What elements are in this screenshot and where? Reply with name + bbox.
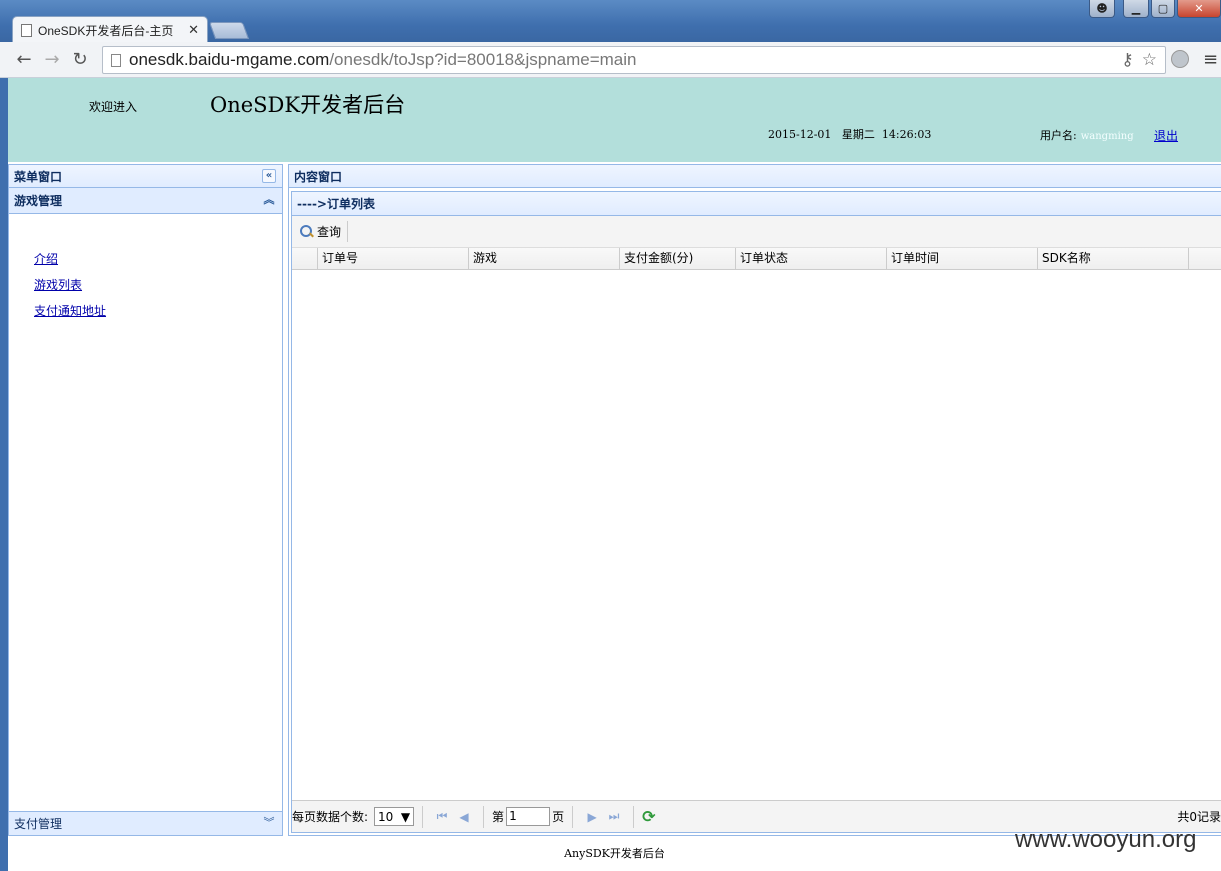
column-header[interactable]: 订单时间: [887, 248, 1038, 269]
address-bar[interactable]: onesdk.baidu-mgame.com/onesdk/toJsp?id=8…: [102, 46, 1166, 74]
collapse-panel-icon[interactable]: «: [262, 169, 276, 183]
total-records: 共0记录: [1177, 810, 1221, 824]
back-icon[interactable]: ←: [10, 49, 38, 70]
browser-menu-icon[interactable]: ≡: [1203, 49, 1218, 70]
accordion-title: 支付管理: [14, 817, 63, 831]
time: 14:26:03: [881, 128, 932, 141]
new-tab-button[interactable]: [208, 22, 250, 39]
menu-panel: 菜单窗口 « 游戏管理 ︽ 介绍 游戏列表 支付通知地址 支付管理 ︾: [8, 164, 283, 836]
search-icon: [300, 225, 313, 238]
dropdown-arrow-icon: ▼: [400, 809, 411, 824]
page-title: OneSDK开发者后台: [210, 93, 406, 117]
query-label: 查询: [317, 225, 342, 239]
row-number-header: [292, 248, 318, 269]
grid-header: 订单号 游戏 支付金额(分) 订单状态 订单时间 SDK名称: [292, 248, 1221, 270]
order-list-header: ---->订单列表: [292, 192, 1221, 216]
url-host: onesdk.baidu-mgame.com: [129, 50, 330, 69]
refresh-icon[interactable]: ⟳: [642, 807, 655, 826]
grid-toolbar: 查询: [292, 216, 1221, 248]
chevron-up-icon[interactable]: ︽: [262, 194, 276, 208]
content-panel-header: 内容窗口: [289, 165, 1221, 188]
grid-body: [292, 270, 1221, 802]
omnibox-actions: ⚷ ☆: [1121, 50, 1157, 70]
window-close-button[interactable]: ✕: [1177, 0, 1221, 18]
user-profile-icon[interactable]: ☻: [1089, 0, 1115, 18]
page-size-select[interactable]: 10 ▼: [374, 807, 415, 826]
username: wangming: [1080, 131, 1134, 142]
menu-link-payment-notify-url[interactable]: 支付通知地址: [34, 302, 282, 328]
first-page-icon[interactable]: ⏮: [431, 809, 453, 824]
logout-link[interactable]: 退出: [1154, 127, 1178, 144]
page-icon: [21, 23, 32, 37]
key-icon[interactable]: ⚷: [1121, 50, 1133, 70]
browser-titlebar: OneSDK开发者后台-主页 ✕ ☻ ▁ ▢ ✕: [0, 0, 1221, 43]
menu-link-game-list[interactable]: 游戏列表: [34, 276, 282, 302]
column-header[interactable]: 支付金额(分): [620, 248, 736, 269]
datetime-display: 2015-12-01 星期二 14:26:03: [768, 126, 931, 142]
minimize-button[interactable]: ▁: [1123, 0, 1149, 18]
separator: [483, 805, 485, 828]
last-page-icon[interactable]: ⏭: [603, 809, 625, 824]
chevron-down-icon[interactable]: ︾: [262, 817, 276, 831]
column-header[interactable]: 订单号: [318, 248, 469, 269]
menu-panel-title: 菜单窗口: [14, 169, 63, 184]
date: 2015-12-01: [768, 128, 832, 141]
watermark: www.wooyun.org: [1015, 826, 1197, 853]
content-panel: 内容窗口 ---->订单列表 查询 订单号 游戏 支付金额(分) 订单状态 订单…: [288, 164, 1221, 836]
menu-panel-header: 菜单窗口 «: [9, 165, 282, 188]
extension-globe-icon[interactable]: [1171, 50, 1189, 68]
menu-link-intro[interactable]: 介绍: [34, 250, 282, 276]
user-label: 用户名:: [1040, 129, 1077, 142]
url-path: /onesdk/toJsp?id=80018&jspname=main: [329, 50, 637, 69]
tab-close-icon[interactable]: ✕: [188, 23, 199, 38]
forward-icon[interactable]: →: [38, 49, 66, 70]
menu-list: 介绍 游戏列表 支付通知地址: [9, 214, 282, 328]
query-button[interactable]: 查询: [298, 221, 349, 242]
browser-tab[interactable]: OneSDK开发者后台-主页 ✕: [12, 16, 208, 43]
separator: [633, 805, 635, 828]
content-panel-title: 内容窗口: [294, 169, 343, 184]
column-header[interactable]: SDK名称: [1038, 248, 1189, 269]
order-list-title: ---->订单列表: [297, 197, 375, 211]
tab-title: OneSDK开发者后台-主页: [38, 23, 174, 38]
column-header[interactable]: 订单状态: [736, 248, 887, 269]
separator: [422, 805, 424, 828]
page-size-value: 10: [378, 809, 394, 824]
order-list-panel: ---->订单列表 查询 订单号 游戏 支付金额(分) 订单状态 订单时间 SD…: [291, 191, 1221, 833]
footer-text: AnySDK开发者后台: [564, 847, 665, 860]
prev-page-icon[interactable]: ◀: [453, 810, 475, 824]
page-prefix: 第: [492, 810, 505, 824]
url-text: onesdk.baidu-mgame.com/onesdk/toJsp?id=8…: [129, 50, 636, 70]
welcome-text: 欢迎进入: [89, 100, 138, 114]
page-suffix: 页: [552, 810, 565, 824]
page-header: 欢迎进入 OneSDK开发者后台 2015-12-01 星期二 14:26:03…: [8, 78, 1221, 162]
reload-icon[interactable]: ↻: [66, 49, 94, 70]
window-border: [0, 78, 8, 871]
window-controls: ☻ ▁ ▢ ✕: [1089, 0, 1221, 18]
weekday: 星期二: [841, 128, 875, 141]
accordion-header-game-management[interactable]: 游戏管理 ︽: [9, 188, 282, 214]
page-size-label: 每页数据个数:: [292, 810, 369, 824]
user-info: 用户名: wangming: [1040, 127, 1134, 143]
column-header[interactable]: 游戏: [469, 248, 620, 269]
page-number-input[interactable]: 1: [506, 807, 551, 826]
bookmark-star-icon[interactable]: ☆: [1142, 50, 1157, 70]
accordion-title: 游戏管理: [14, 194, 63, 208]
separator: [572, 805, 574, 828]
maximize-button[interactable]: ▢: [1151, 0, 1175, 18]
accordion-header-payment-management[interactable]: 支付管理 ︾: [9, 811, 282, 835]
next-page-icon[interactable]: ▶: [581, 810, 603, 824]
page-info-icon[interactable]: [111, 53, 121, 67]
